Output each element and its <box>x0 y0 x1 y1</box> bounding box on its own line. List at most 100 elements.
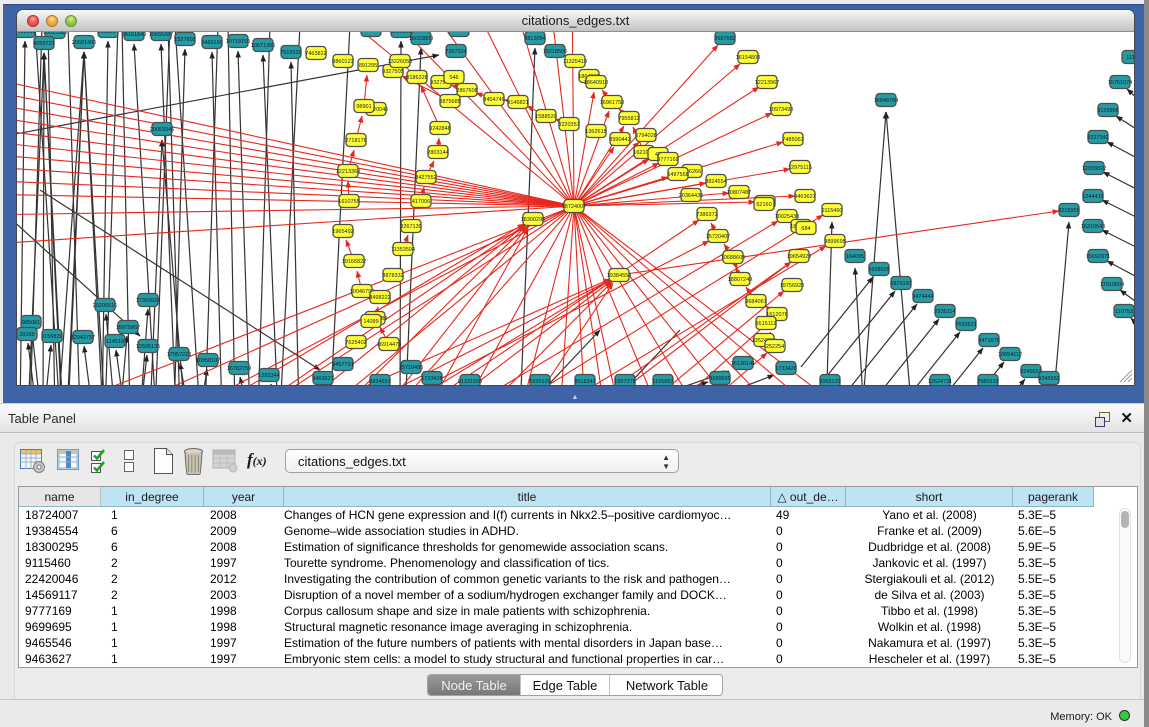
svg-text:62160: 62160 <box>756 202 771 208</box>
svg-text:12624731: 12624731 <box>928 379 952 385</box>
svg-text:19975867: 19975867 <box>116 325 140 331</box>
svg-text:1292344: 1292344 <box>258 373 279 379</box>
svg-text:17010504: 17010504 <box>1100 282 1124 288</box>
svg-text:7080132: 7080132 <box>977 379 998 385</box>
svg-text:10807487: 10807487 <box>727 190 751 196</box>
svg-text:114519: 114519 <box>106 339 124 345</box>
svg-text:1527602: 1527602 <box>174 37 195 43</box>
svg-text:7357224: 7357224 <box>445 49 466 55</box>
svg-text:6497568: 6497568 <box>667 172 688 178</box>
svg-text:61331509: 61331509 <box>458 379 482 385</box>
svg-text:6930103: 6930103 <box>529 379 550 385</box>
svg-text:9463627: 9463627 <box>312 376 333 382</box>
svg-text:85328710: 85328710 <box>359 32 383 34</box>
svg-text:3875685: 3875685 <box>439 99 460 105</box>
svg-text:546: 546 <box>449 75 458 81</box>
svg-text:9899695: 9899695 <box>824 239 845 245</box>
svg-text:19166822: 19166822 <box>342 259 366 265</box>
svg-text:9463627: 9463627 <box>794 194 815 200</box>
svg-text:8860123: 8860123 <box>332 59 353 65</box>
svg-text:15720407: 15720407 <box>706 234 730 240</box>
svg-text:684: 684 <box>801 226 810 232</box>
svg-text:8834657: 8834657 <box>369 379 390 385</box>
svg-text:9245652: 9245652 <box>1038 376 1059 382</box>
svg-text:13226058: 13226058 <box>388 59 412 65</box>
svg-text:7485063: 7485063 <box>782 137 803 143</box>
svg-text:11325419: 11325419 <box>563 59 587 65</box>
svg-text:1362615: 1362615 <box>585 129 606 135</box>
svg-text:12093822: 12093822 <box>1082 166 1106 172</box>
svg-text:11353594: 11353594 <box>391 247 415 253</box>
svg-text:10654112: 10654112 <box>998 352 1022 358</box>
svg-text:2718176: 2718176 <box>345 138 366 144</box>
svg-text:16154808: 16154808 <box>736 55 760 61</box>
svg-text:16648784: 16648784 <box>874 98 898 104</box>
svg-text:1733426: 1733426 <box>775 366 796 372</box>
svg-text:5938925: 5938925 <box>868 267 889 273</box>
svg-text:10958107: 10958107 <box>196 358 220 364</box>
svg-text:18300295: 18300295 <box>521 217 545 223</box>
svg-text:2867608: 2867608 <box>456 88 477 94</box>
svg-text:8990443: 8990443 <box>609 137 630 143</box>
svg-text:7386372: 7386372 <box>696 212 717 218</box>
svg-text:19218506: 19218506 <box>543 49 567 55</box>
svg-text:15716485: 15716485 <box>399 365 423 371</box>
svg-text:9518347: 9518347 <box>574 379 595 385</box>
svg-text:1615112: 1615112 <box>755 321 776 327</box>
svg-text:6794028: 6794028 <box>635 133 656 139</box>
svg-text:16210643: 16210643 <box>1081 224 1105 230</box>
svg-text:98932528: 98932528 <box>447 32 471 34</box>
svg-text:19756928: 19756928 <box>780 283 804 289</box>
svg-text:1965492: 1965492 <box>332 229 353 235</box>
svg-text:7515526: 7515526 <box>280 50 301 56</box>
svg-text:16914479: 16914479 <box>377 342 401 348</box>
svg-text:17957223: 17957223 <box>167 352 191 358</box>
svg-text:19654923: 19654923 <box>787 254 811 260</box>
svg-text:9242848: 9242848 <box>429 126 450 132</box>
svg-text:1165667: 1165667 <box>652 379 673 385</box>
svg-text:417006: 417006 <box>412 199 430 205</box>
svg-text:4055721: 4055721 <box>33 41 54 47</box>
svg-text:16136141: 16136141 <box>731 361 755 367</box>
svg-text:1733426: 1733426 <box>421 376 442 382</box>
svg-text:2935114: 2935114 <box>934 309 955 315</box>
svg-text:9327505: 9327505 <box>382 69 403 75</box>
svg-text:19384554: 19384554 <box>607 273 631 279</box>
svg-text:8878332: 8878332 <box>382 273 403 279</box>
svg-text:9615594: 9615594 <box>97 32 118 35</box>
svg-text:18724007: 18724007 <box>562 204 586 210</box>
svg-text:8471676: 8471676 <box>978 338 999 344</box>
svg-text:8186328: 8186328 <box>406 75 427 81</box>
svg-text:12213967: 12213967 <box>755 80 779 86</box>
svg-text:3824554: 3824554 <box>705 179 726 185</box>
svg-text:18807249: 18807249 <box>728 277 752 283</box>
svg-text:10688609: 10688609 <box>721 255 745 261</box>
svg-text:3267130: 3267130 <box>400 224 421 230</box>
svg-text:9433218: 9433218 <box>17 32 36 35</box>
svg-text:15751074: 15751074 <box>1108 80 1132 86</box>
svg-text:39159: 39159 <box>19 332 34 338</box>
svg-text:20053346: 20053346 <box>150 127 174 133</box>
svg-text:252254: 252254 <box>766 344 784 350</box>
svg-text:18640910: 18640910 <box>584 80 608 86</box>
svg-text:7632621: 7632621 <box>955 322 976 328</box>
svg-text:1610755: 1610755 <box>338 199 359 205</box>
svg-text:9129966: 9129966 <box>1097 108 1118 114</box>
svg-text:9115460: 9115460 <box>821 208 842 214</box>
svg-text:6879197: 6879197 <box>890 281 911 287</box>
svg-text:9777169: 9777169 <box>657 157 678 163</box>
svg-text:20364436: 20364436 <box>679 193 703 199</box>
svg-text:10973493: 10973493 <box>769 107 793 113</box>
svg-text:7625402: 7625402 <box>345 340 366 346</box>
svg-text:8813054: 8813054 <box>524 36 545 42</box>
svg-text:9065133: 9065133 <box>819 379 840 385</box>
svg-text:7463822: 7463822 <box>305 51 326 57</box>
svg-text:9684067: 9684067 <box>745 299 766 305</box>
svg-text:9227342: 9227342 <box>1087 135 1108 141</box>
svg-text:9269166: 9269166 <box>390 32 411 35</box>
svg-text:12975115: 12975115 <box>788 165 812 171</box>
svg-text:16961758: 16961758 <box>600 100 624 106</box>
svg-text:164095: 164095 <box>846 254 864 260</box>
svg-text:20691406: 20691406 <box>72 40 96 46</box>
svg-text:110753: 110753 <box>1115 309 1133 315</box>
